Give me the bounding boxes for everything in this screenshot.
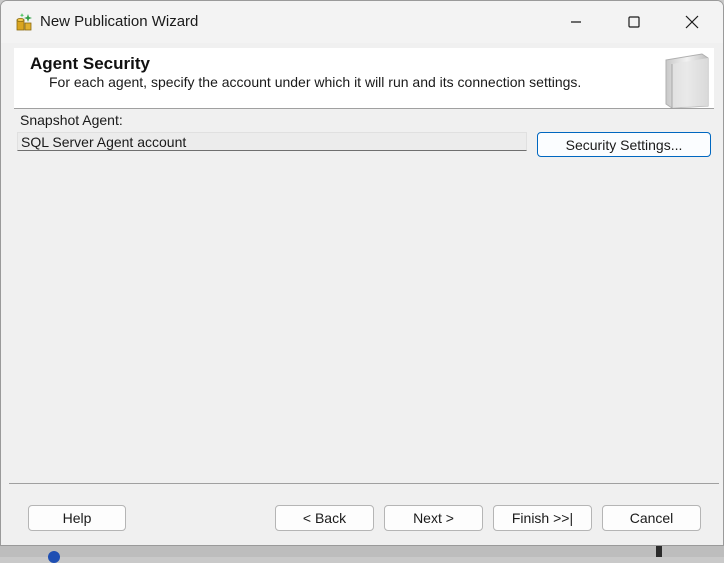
page-description: For each agent, specify the account unde… bbox=[49, 74, 582, 90]
finish-button[interactable]: Finish >>| bbox=[493, 505, 592, 531]
security-settings-button[interactable]: Security Settings... bbox=[537, 132, 711, 157]
next-button[interactable]: Next > bbox=[384, 505, 483, 531]
maximize-icon bbox=[628, 16, 640, 28]
snapshot-agent-account-field: SQL Server Agent account bbox=[17, 132, 527, 151]
background-taskbar-strip bbox=[0, 545, 724, 557]
footer-divider bbox=[9, 483, 719, 484]
wizard-window: New Publication Wizard Agent Security Fo… bbox=[0, 0, 724, 546]
minimize-icon bbox=[571, 21, 581, 23]
publication-wizard-icon bbox=[16, 13, 32, 31]
wizard-page-art bbox=[665, 53, 709, 108]
wizard-page-header: Agent Security For each agent, specify t… bbox=[14, 48, 714, 109]
back-button[interactable]: < Back bbox=[275, 505, 374, 531]
title-bar[interactable]: New Publication Wizard bbox=[1, 1, 723, 43]
help-button[interactable]: Help bbox=[28, 505, 126, 531]
window-title: New Publication Wizard bbox=[40, 13, 199, 30]
snapshot-agent-label: Snapshot Agent: bbox=[20, 112, 123, 128]
maximize-button[interactable] bbox=[605, 1, 663, 43]
page-title: Agent Security bbox=[30, 54, 150, 73]
close-icon bbox=[685, 15, 699, 29]
cancel-button[interactable]: Cancel bbox=[602, 505, 701, 531]
close-button[interactable] bbox=[663, 1, 721, 43]
minimize-button[interactable] bbox=[547, 1, 605, 43]
background-indicator-dot bbox=[48, 551, 60, 563]
